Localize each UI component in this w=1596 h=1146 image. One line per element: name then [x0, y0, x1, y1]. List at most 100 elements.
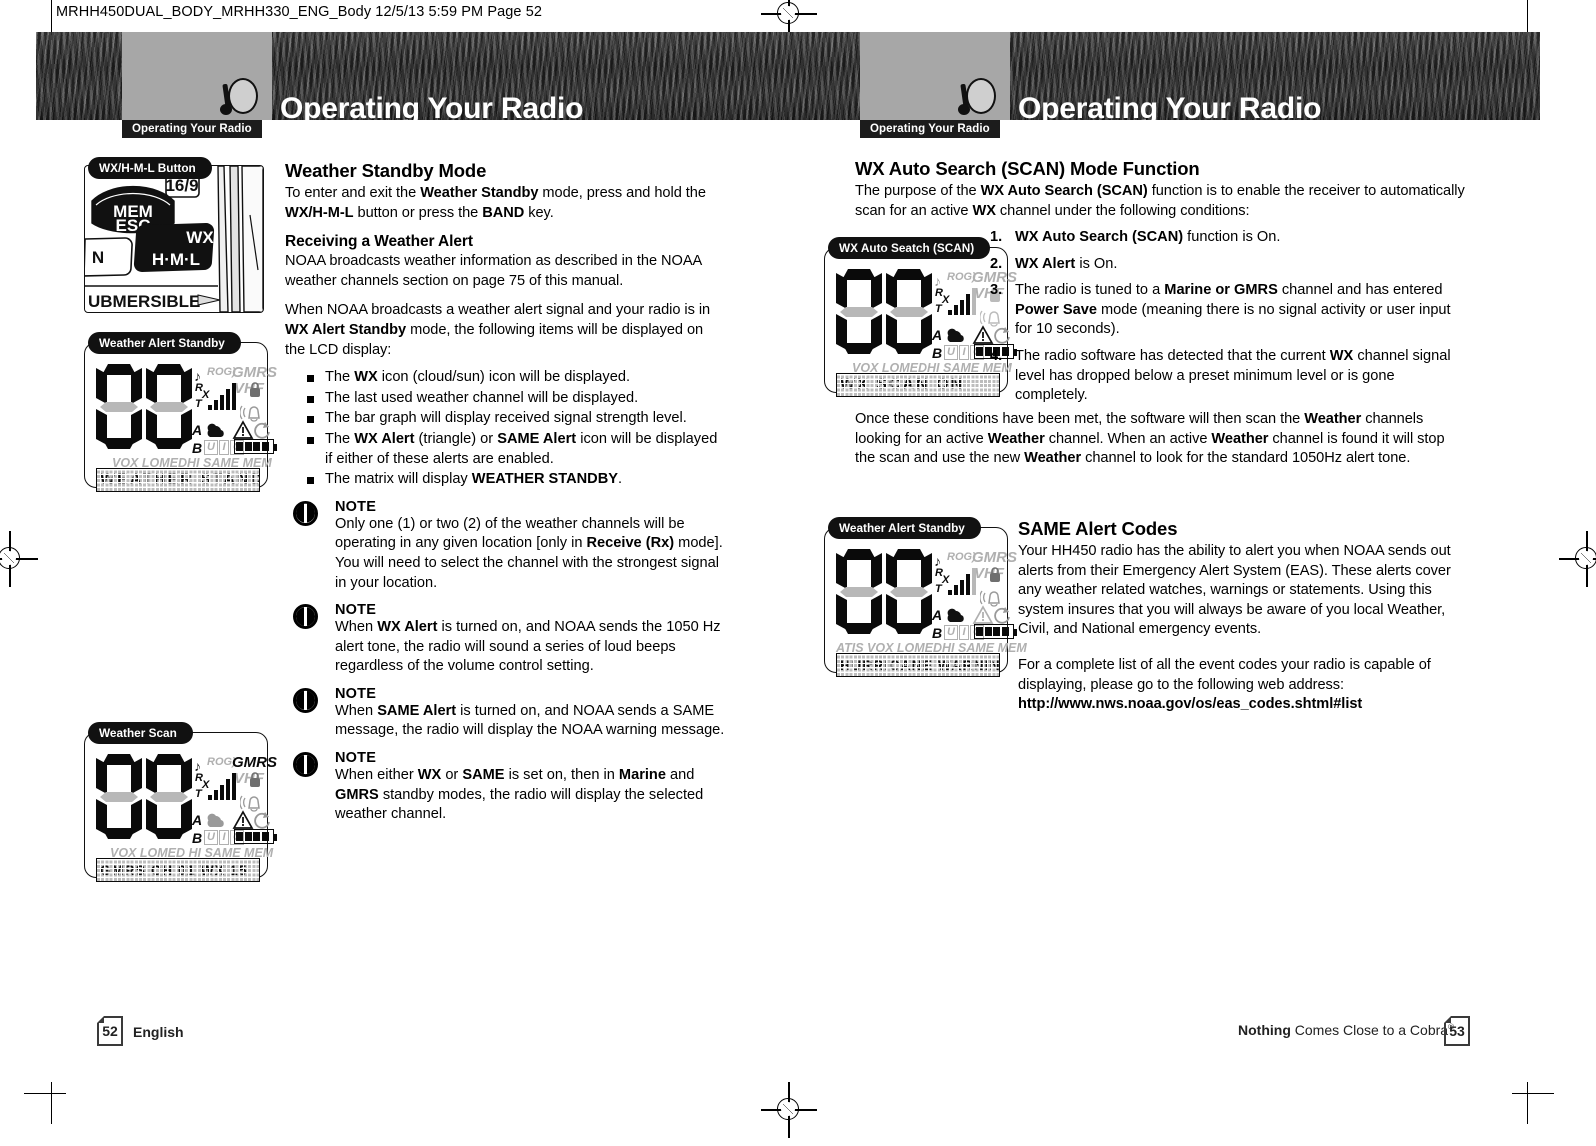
lcd-icon-a: A [192, 812, 203, 828]
lcd-warning-triangle-icon [232, 810, 254, 829]
list-item: The WX Alert (triangle) or SAME Alert ic… [305, 430, 725, 469]
lcd-icon-a: A [932, 327, 943, 343]
lcd-icon-b: B [932, 345, 943, 361]
note-block: NOTE When either WX or SAME is set on, th… [285, 750, 725, 825]
note-title: NOTE [335, 750, 377, 767]
lcd-cloud-sun-icon [207, 423, 224, 437]
registration-mark-right [1559, 531, 1596, 587]
list-item: 2. WX Alert is On. [990, 255, 1465, 275]
lcd-lock-icon [250, 382, 260, 397]
heading-weather-standby-mode: Weather Standby Mode [285, 160, 487, 181]
lcd-matrix-text: GMRS CH 01 WX 15 [100, 862, 248, 878]
svg-text:UBMERSIBLE: UBMERSIBLE [88, 292, 200, 311]
section-tab-right: Operating Your Radio [860, 120, 1000, 138]
lcd-digit-2 [146, 364, 192, 450]
note-body: When WX Alert is turned on, and NOAA sen… [335, 619, 721, 675]
lcd-matrix-text: WEATHER STANDBY [100, 471, 259, 488]
crop-mark-bl-v [51, 1082, 52, 1124]
lcd-warning-triangle-icon [972, 605, 994, 624]
note-title: NOTE [335, 602, 377, 619]
lcd-weather-alert-standby: ♪ ROG) GMRS VHF R X T A B U I VOX LOMEDH… [92, 360, 277, 492]
note-block: NOTE When WX Alert is turned on, and NOAA… [285, 602, 725, 677]
lcd-matrix-display: WEATHER STANDBY [96, 468, 260, 492]
lcd-icon-tx: T [935, 583, 942, 595]
paragraph-wx-auto-search-purpose: The purpose of the WX Auto Search (SCAN)… [855, 183, 1465, 219]
lcd-digit-1 [96, 754, 142, 840]
svg-text:N: N [92, 248, 104, 267]
figure-wx-auto-search: WX Auto Seatch (SCAN) ♪ ROG) GMRS VHF R … [818, 235, 1017, 397]
figure-label-weather-scan: Weather Scan [88, 722, 193, 744]
list-number: 2. [990, 255, 1003, 272]
figure-label-wx-hml-button: WX/H-M-L Button [88, 157, 212, 179]
lcd-warning-triangle-icon [232, 420, 254, 439]
figure-wx-hml-button: WX/H-M-L Button 16/9 MEM ESC WX H·M·L N … [78, 155, 273, 315]
note-body: When SAME Alert is turned on, and NOAA s… [335, 702, 725, 739]
list-number: 1. [990, 229, 1003, 245]
lcd-icon-b: B [932, 625, 943, 641]
lcd-cloud-sun-icon [947, 608, 964, 622]
right-after-list-paragraph: Once these conditions have been met, the… [855, 410, 1455, 469]
lcd-lock-icon [990, 567, 1000, 582]
lcd-lock-icon [250, 772, 260, 787]
slug-rule-right [1527, 0, 1528, 32]
lcd-icon-gmrs: GMRS [232, 364, 277, 381]
right-conditions-list: 1. WX Auto Search (SCAN) function is On. 2… [990, 228, 1465, 413]
lcd-digit-2 [886, 269, 932, 355]
list-item: The matrix will display WEATHER STANDBY. [305, 470, 725, 490]
svg-text:H·M·L: H·M·L [152, 250, 200, 269]
paragraph-alert-signal: When NOAA broadcasts a weather alert sig… [285, 302, 711, 358]
lcd-icon-tx: T [195, 788, 202, 800]
conditions-ordered-list: 1. WX Auto Search (SCAN) function is On. 2… [990, 228, 1465, 406]
lcd-matrix-display: GMRS CH 01 WX 15 [96, 858, 260, 882]
paragraph-same-alert-2: For a complete list of all the event cod… [1018, 656, 1431, 713]
figure-label-same-alert-standby: Weather Alert Standby [828, 517, 981, 539]
figure-weather-alert-standby: Weather Alert Standby ♪ ROG) GMRS VHF R … [78, 330, 277, 492]
lcd-icon-a: A [192, 422, 203, 438]
svg-text:WX: WX [186, 228, 214, 247]
right-same-alert-section: SAME Alert Codes Your HH450 radio has th… [1018, 518, 1468, 715]
lcd-battery-icon [974, 624, 1017, 639]
note-body: When either WX or SAME is set on, then i… [335, 767, 704, 823]
lcd-scan-loop-icon [254, 422, 270, 439]
lcd-wx-auto-search: ♪ ROG) GMRS VHF R X T A B U I VOX LOMEDH… [832, 265, 1017, 397]
note-icon [293, 604, 318, 630]
crop-mark-bl-h [24, 1093, 66, 1094]
list-number: 3. [990, 282, 1003, 299]
heading-same-alert-codes: SAME Alert Codes [1018, 518, 1178, 539]
page-number-right: 53 [1444, 1016, 1470, 1046]
lcd-digit-1 [96, 364, 142, 450]
page-title-right: Operating Your Radio [1018, 92, 1322, 125]
lcd-scan-loop-icon [994, 607, 1010, 624]
page-number-left: 52 [97, 1016, 123, 1046]
lcd-matrix-display: WX SCAN ON [836, 373, 1000, 397]
heading-wx-auto-search: WX Auto Search (SCAN) Mode Function [855, 158, 1200, 179]
registration-mark-left [0, 531, 38, 587]
right-text-column-top: WX Auto Search (SCAN) Mode Function The … [855, 158, 1465, 221]
lcd-icon-a: A [932, 607, 943, 623]
lcd-signal-bars [948, 567, 980, 595]
lcd-icon-tx: T [195, 398, 202, 410]
registration-mark-top [761, 0, 817, 42]
list-item: The bar graph will display received sign… [305, 409, 725, 429]
page-title-left: Operating Your Radio [280, 92, 584, 125]
lcd-signal-bars [948, 287, 980, 315]
tagline-rest: Comes Close to a Cobra [1290, 1022, 1449, 1038]
heading-receiving-weather-alert: Receiving a Weather Alert [285, 233, 473, 251]
figure-label-weather-alert-standby: Weather Alert Standby [88, 332, 241, 354]
lcd-icon-tx: T [935, 303, 942, 315]
registration-mark-bottom [761, 1082, 817, 1138]
lcd-display-items-list: The WX icon (cloud/sun) icon will be dis… [305, 368, 725, 490]
lcd-cloud-sun-icon [207, 813, 224, 827]
figure-label-wx-auto-search: WX Auto Seatch (SCAN) [828, 237, 991, 259]
paragraph-after-conditions: Once these conditions have been met, the… [855, 411, 1445, 467]
footer-tagline: Nothing Comes Close to a Cobra® [1238, 1022, 1454, 1038]
lcd-battery-icon [234, 439, 277, 454]
lcd-bell-icon [240, 405, 260, 422]
lcd-digit-1 [836, 549, 882, 635]
note-block: NOTE Only one (1) or two (2) of the weath… [285, 499, 725, 593]
paragraph-weather-standby-intro: To enter and exit the Weather Standby mo… [285, 185, 706, 221]
note-body: Only one (1) or two (2) of the weather c… [335, 515, 723, 591]
list-item: 1. WX Auto Search (SCAN) function is On. [990, 228, 1465, 248]
lcd-icon-gmrs: GMRS [232, 754, 277, 771]
note-icon [293, 687, 318, 713]
